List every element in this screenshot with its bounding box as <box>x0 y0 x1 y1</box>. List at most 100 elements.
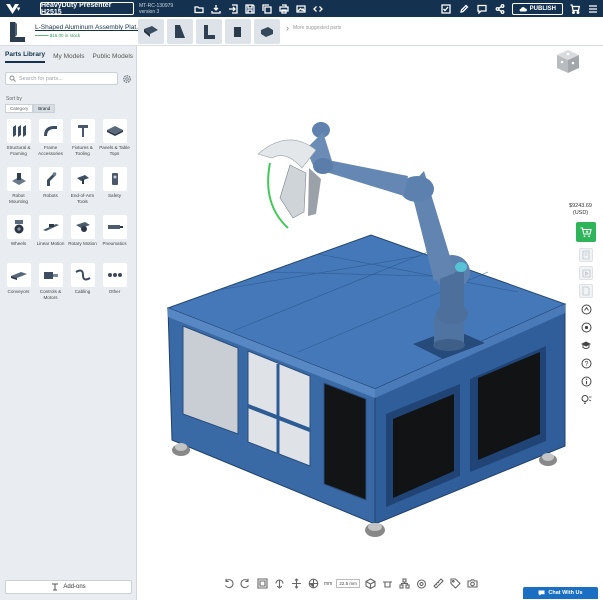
publish-button[interactable]: PUBLISH <box>511 2 563 15</box>
price-currency: (USD) <box>572 210 589 216</box>
price-display: $9243.69 (USD) <box>564 203 597 217</box>
snap-icon[interactable] <box>307 577 320 590</box>
category-panels-table-tops[interactable]: Panels & Table Tops <box>99 119 130 163</box>
add-to-cart-button[interactable] <box>576 222 596 242</box>
category-structural-framing[interactable]: Structural & Framing <box>3 119 34 163</box>
hierarchy-icon[interactable] <box>398 577 411 590</box>
info-icon[interactable] <box>579 374 593 388</box>
fit-view-icon[interactable] <box>256 577 269 590</box>
cube-icon[interactable] <box>364 577 377 590</box>
category-other[interactable]: Other <box>99 263 130 307</box>
category-label: Robot Mounting <box>9 193 28 204</box>
target-icon[interactable] <box>579 320 593 334</box>
chevron-down-icon: ▾ <box>16 5 21 13</box>
category-frame-accessories[interactable]: Frame Accessories <box>35 119 66 163</box>
comment-icon[interactable] <box>476 2 489 15</box>
category-label: End-of-Arm Tools <box>70 193 95 204</box>
category-end-of-arm-tools[interactable]: End-of-Arm Tools <box>67 167 98 211</box>
share-icon[interactable] <box>494 2 507 15</box>
suggested-part-thumb[interactable] <box>167 19 193 44</box>
import-icon[interactable] <box>209 2 222 15</box>
project-version: version 3 <box>139 8 160 15</box>
more-suggested-parts[interactable]: › More suggested parts <box>286 23 343 33</box>
code-icon[interactable] <box>311 2 324 15</box>
search-box <box>5 72 118 85</box>
search-icon <box>9 75 16 82</box>
category-wheels[interactable]: Wheels <box>3 215 34 259</box>
suggested-part-thumb[interactable] <box>196 19 222 44</box>
suggested-part-thumb[interactable] <box>254 19 280 44</box>
bottom-toolbar: mm 22.5 mm <box>222 577 479 590</box>
category-safety[interactable]: Safety <box>99 167 130 211</box>
category-robot-mounting[interactable]: Robot Mounting <box>3 167 34 211</box>
project-name-field[interactable]: HeavyDuty Presenter H2515 <box>40 2 134 16</box>
category-pneumatics[interactable]: Pneumatics <box>99 215 130 259</box>
3d-viewport[interactable] <box>138 46 603 600</box>
print-icon[interactable] <box>277 2 290 15</box>
menu-icon[interactable] <box>586 2 599 15</box>
category-label: Safety <box>107 193 122 198</box>
checklist-icon[interactable] <box>440 2 453 15</box>
rotary-icon <box>75 222 90 232</box>
camera-icon[interactable] <box>466 577 479 590</box>
open-folder-icon[interactable] <box>192 2 205 15</box>
category-label: Linear Motion <box>36 241 65 246</box>
top-right-actions: PUBLISH <box>440 2 599 15</box>
visibility-icon[interactable] <box>381 577 394 590</box>
cube-part-icon <box>234 26 241 37</box>
plate-part-icon <box>144 25 158 37</box>
step-size-select[interactable]: 22.5 mm <box>336 579 360 588</box>
image-icon[interactable] <box>294 2 307 15</box>
save-icon[interactable] <box>243 2 256 15</box>
category-conveyors[interactable]: Conveyors <box>3 263 34 307</box>
app-logo[interactable]: ▾ <box>0 0 26 17</box>
suggested-part-thumb[interactable] <box>225 19 251 44</box>
tab-my-models[interactable]: My Models <box>53 53 84 63</box>
category-controls-motors[interactable]: Controls & Motors <box>35 263 66 307</box>
suggested-part-title[interactable]: L-Shaped Aluminum Assembly Plat... <box>35 24 142 31</box>
robot-mount-icon <box>11 173 26 185</box>
ar-view-icon[interactable] <box>579 302 593 316</box>
view-cube[interactable] <box>549 41 587 79</box>
tab-parts-library[interactable]: Parts Library <box>5 51 46 63</box>
gear-icon[interactable] <box>122 74 132 84</box>
category-grid: Structural & Framing Frame Accessories F… <box>3 119 130 307</box>
l-bracket-thumbnail[interactable] <box>6 20 28 44</box>
suggested-part-subtitle: ━━━━━ $16.00 in stock <box>35 33 81 38</box>
search-input[interactable] <box>19 75 114 82</box>
category-robots[interactable]: Robots <box>35 167 66 211</box>
edit-icon[interactable] <box>458 2 471 15</box>
other-icon <box>107 273 122 277</box>
library-tabs: Parts Library My Models Public Models <box>0 46 136 63</box>
tab-public-models[interactable]: Public Models <box>93 53 133 63</box>
export-icon[interactable] <box>226 2 239 15</box>
learn-icon[interactable] <box>579 338 593 352</box>
conveyor-icon <box>10 272 27 280</box>
tag-icon[interactable] <box>449 577 462 590</box>
measure-icon[interactable] <box>432 577 445 590</box>
category-linear-motion[interactable]: Linear Motion <box>35 215 66 259</box>
redo-icon[interactable] <box>239 577 252 590</box>
cart-icon[interactable] <box>568 2 581 15</box>
rfq-icon[interactable] <box>579 248 593 262</box>
rotate-3d-icon[interactable] <box>273 577 286 590</box>
add-ons-button[interactable]: Add-ons <box>5 580 132 594</box>
more-suggested-label: More suggested parts <box>293 25 342 31</box>
paint-icon[interactable] <box>415 577 428 590</box>
sort-category-option[interactable]: Category <box>5 104 34 113</box>
undo-icon[interactable] <box>222 577 235 590</box>
category-rotary-motion[interactable]: Rotary Motion <box>67 215 98 259</box>
pneumatic-icon <box>107 225 123 229</box>
video-icon[interactable] <box>579 266 593 280</box>
document-icon[interactable] <box>579 284 593 298</box>
category-cabling[interactable]: Cabling <box>67 263 98 307</box>
help-icon[interactable]: ? <box>579 356 593 370</box>
suggested-part-thumb[interactable] <box>138 19 164 44</box>
copy-icon[interactable] <box>260 2 273 15</box>
lightbulb-icon[interactable] <box>579 392 593 406</box>
workcell-model[interactable] <box>138 46 603 600</box>
sort-brand-option[interactable]: Brand <box>33 104 56 113</box>
move-icon[interactable] <box>290 577 303 590</box>
category-fixtures-tooling[interactable]: Fixtures & Tooling <box>67 119 98 163</box>
chat-with-us-button[interactable]: Chat With Us <box>523 587 598 599</box>
